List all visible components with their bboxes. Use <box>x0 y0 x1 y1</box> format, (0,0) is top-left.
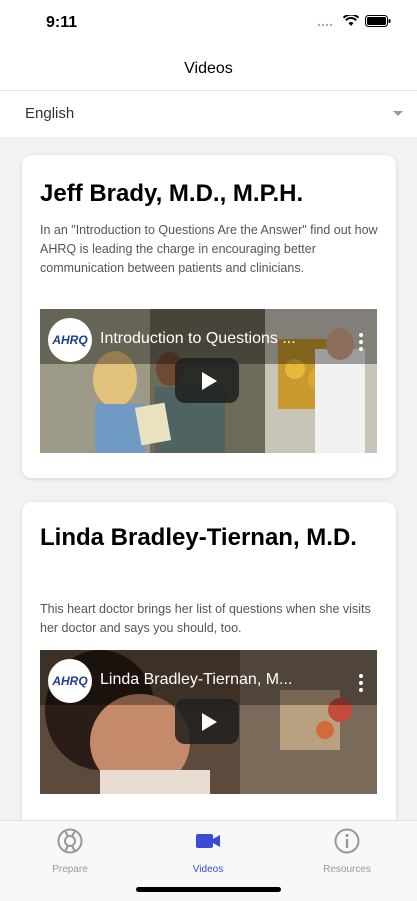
more-options-icon[interactable] <box>359 674 363 695</box>
video-title[interactable]: Linda Bradley-Tiernan, M... <box>100 671 343 689</box>
video-title[interactable]: Introduction to Questions ... <box>100 330 343 348</box>
play-button[interactable] <box>175 699 239 744</box>
status-bar: 9:11 <box>0 0 417 44</box>
caret-down-icon <box>393 111 403 116</box>
signal-icon <box>317 14 337 32</box>
lifebuoy-icon <box>56 828 84 859</box>
status-time: 9:11 <box>46 14 78 31</box>
play-button[interactable] <box>175 358 239 403</box>
ahrq-logo: AHRQ <box>48 659 92 703</box>
video-player[interactable]: AHRQ Introduction to Questions ... <box>40 309 377 453</box>
language-select[interactable]: English <box>0 91 417 137</box>
language-select-value: English <box>25 105 75 122</box>
wifi-icon <box>342 13 360 32</box>
battery-icon <box>365 14 391 32</box>
page-title: Videos <box>184 60 233 77</box>
tab-label: Videos <box>192 864 224 875</box>
video-card: Jeff Brady, M.D., M.P.H. In an "Introduc… <box>22 155 396 478</box>
status-icons <box>317 13 391 32</box>
video-player[interactable]: AHRQ Linda Bradley-Tiernan, M... <box>40 650 377 794</box>
navigation-bar: Videos <box>0 44 417 91</box>
info-circle-icon <box>333 828 361 859</box>
more-options-icon[interactable] <box>359 333 363 354</box>
card-description: This heart doctor brings her list of que… <box>40 602 371 635</box>
card-title: Jeff Brady, M.D., M.P.H. <box>40 180 304 207</box>
tab-resources[interactable]: Resources <box>297 827 397 875</box>
card-title: Linda Bradley-Tiernan, M.D. <box>40 524 357 551</box>
video-card: Linda Bradley-Tiernan, M.D. This heart d… <box>22 502 396 820</box>
video-list[interactable]: Jeff Brady, M.D., M.P.H. In an "Introduc… <box>0 137 417 820</box>
video-camera-icon <box>194 834 222 859</box>
ahrq-logo: AHRQ <box>48 318 92 362</box>
tab-label: Resources <box>323 864 371 875</box>
card-description: In an "Introduction to Questions Are the… <box>40 223 378 275</box>
tab-label: Prepare <box>52 864 88 875</box>
home-indicator <box>136 887 281 892</box>
tab-videos[interactable]: Videos <box>158 827 258 875</box>
tab-prepare[interactable]: Prepare <box>20 827 120 875</box>
